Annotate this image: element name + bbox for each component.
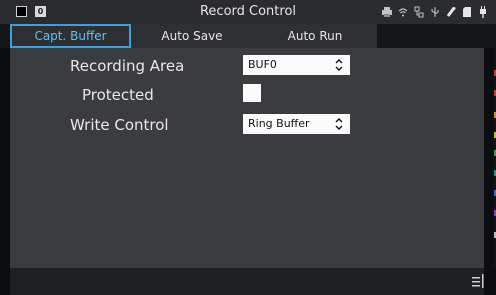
recording-area-select[interactable]: BUF0 — [243, 55, 350, 75]
battery-link-icon — [446, 6, 456, 18]
tab-auto-save[interactable]: Auto Save — [131, 24, 253, 48]
select-arrows-icon — [335, 118, 343, 130]
select-arrows-icon — [335, 59, 343, 71]
bottom-bar — [10, 268, 484, 295]
recording-area-label: Recording Area — [70, 57, 185, 75]
tab-capt-buffer[interactable]: Capt. Buffer — [10, 24, 131, 48]
title-bar: 0 Record Control — [0, 0, 496, 24]
status-icons — [382, 5, 488, 19]
write-control-value: Ring Buffer — [248, 117, 310, 130]
network-icon — [414, 6, 424, 18]
printer-icon — [382, 6, 392, 18]
protected-checkbox[interactable] — [243, 84, 261, 102]
sd-card-icon — [462, 6, 472, 18]
write-control-label: Write Control — [70, 116, 169, 134]
wifi-icon — [398, 6, 408, 18]
recording-area-value: BUF0 — [248, 58, 277, 71]
menu-icon[interactable] — [472, 274, 484, 288]
settings-panel — [10, 48, 484, 268]
power-plug-icon — [478, 6, 488, 18]
usb-icon — [430, 6, 440, 18]
protected-label: Protected — [82, 86, 154, 104]
write-control-select[interactable]: Ring Buffer — [243, 114, 350, 134]
tab-auto-run[interactable]: Auto Run — [253, 24, 377, 48]
